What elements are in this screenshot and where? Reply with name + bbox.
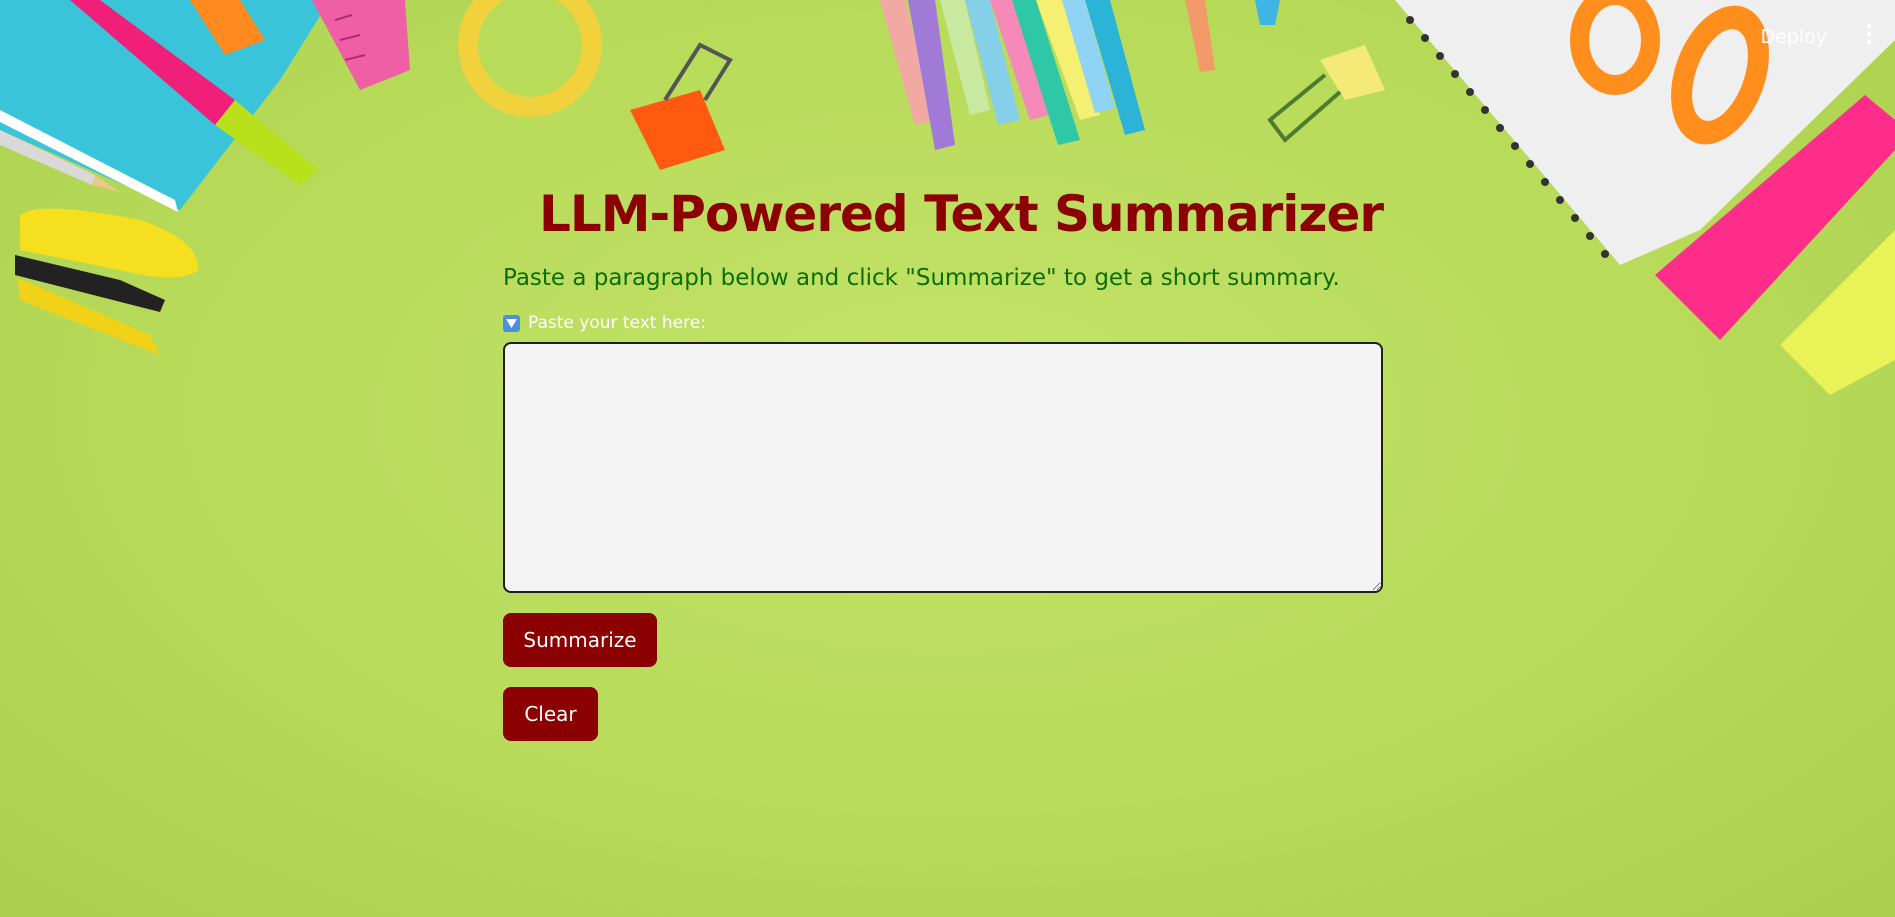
- stapler-icon: [15, 208, 199, 355]
- highlighter-icon: [1655, 95, 1895, 395]
- ruler-icon: [312, 0, 410, 90]
- input-label-text: Paste your text here:: [528, 313, 706, 333]
- down-arrow-box-icon: [503, 314, 520, 332]
- binder-clip-icon: [630, 42, 733, 170]
- page-title: LLM-Powered Text Summarizer: [539, 185, 1384, 243]
- main-content: LLM-Powered Text Summarizer Paste a para…: [503, 175, 1384, 741]
- notebook-icon: [0, 0, 330, 212]
- deploy-button[interactable]: Deploy: [1754, 22, 1833, 52]
- input-label: Paste your text here:: [503, 313, 1383, 333]
- pencil-icon: [0, 130, 120, 192]
- summarize-button[interactable]: Summarize: [503, 613, 657, 667]
- app-header: Deploy: [1595, 0, 1895, 70]
- more-vertical-icon[interactable]: [1863, 24, 1875, 46]
- title-row: LLM-Powered Text Summarizer: [503, 175, 1384, 253]
- tape-icon: [458, 0, 602, 117]
- pencil-icon: [70, 0, 318, 185]
- page-subtitle: Paste a paragraph below and click "Summa…: [503, 265, 1340, 291]
- colored-pencils-icon: [880, 0, 1280, 150]
- text-input[interactable]: [503, 342, 1383, 593]
- clear-button[interactable]: Clear: [503, 687, 598, 741]
- paper-clip-icon: [1267, 45, 1385, 143]
